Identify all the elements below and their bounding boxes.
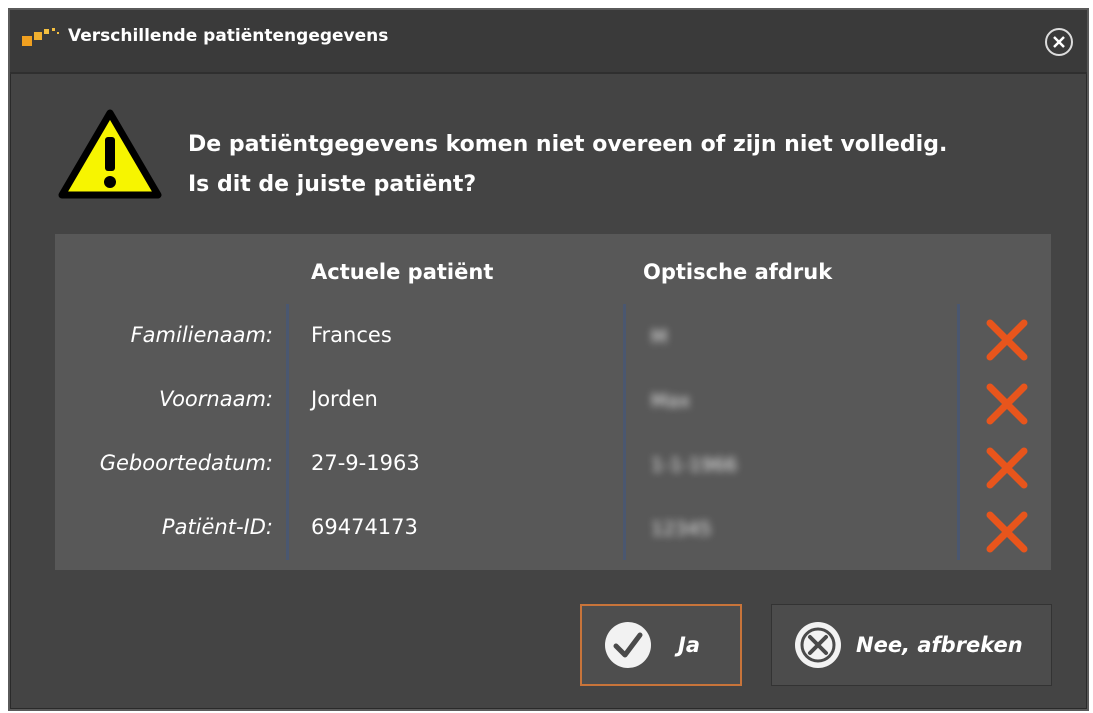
column-divider [957,304,960,560]
close-icon [1053,36,1065,48]
column-divider [286,304,289,560]
mismatch-x-icon [986,447,1028,489]
current-familienaam: Frances [311,323,392,347]
row-label-familienaam: Familienaam: [130,323,273,347]
warning-icon [58,109,162,199]
comparison-table: Actuele patiënt Optische afdruk Familien… [55,234,1051,570]
yes-button[interactable]: Ja [580,604,742,686]
app-logo-icon [22,28,59,46]
patient-mismatch-dialog: Verschillende patiëntengegevens De patië… [8,8,1089,711]
dialog-titlebar: Verschillende patiëntengegevens [10,10,1087,74]
column-header-current: Actuele patiënt [311,260,494,284]
optical-voornaam: Max [651,390,691,412]
optical-patient-id: 12345 [651,518,712,540]
mismatch-x-icon [986,383,1028,425]
mismatch-x-icon [986,319,1028,361]
mismatch-x-icon [986,511,1028,553]
row-label-voornaam: Voornaam: [158,387,273,411]
row-label-patient-id: Patiënt-ID: [161,515,273,539]
yes-button-label: Ja [678,633,700,657]
column-header-optical: Optische afdruk [643,260,833,284]
cancel-button-label: Nee, afbreken [856,633,1023,657]
optical-familienaam: M [651,326,668,348]
cancel-button[interactable]: Nee, afbreken [771,604,1052,686]
cancel-circle-icon [795,622,841,668]
current-voornaam: Jorden [311,387,378,411]
dialog-title: Verschillende patiëntengegevens [68,26,389,46]
dialog-message: De patiëntgegevens komen niet overeen of… [188,125,947,205]
message-line-2: Is dit de juiste patiënt? [188,172,477,197]
current-patient-id: 69474173 [311,515,418,539]
check-circle-icon [605,622,651,668]
current-geboortedatum: 27-9-1963 [311,451,420,475]
column-divider [623,304,626,560]
row-label-geboortedatum: Geboortedatum: [99,451,273,475]
message-line-1: De patiëntgegevens komen niet overeen of… [188,132,948,157]
close-button[interactable] [1045,28,1073,56]
optical-geboortedatum: 1-1-1966 [651,454,738,476]
